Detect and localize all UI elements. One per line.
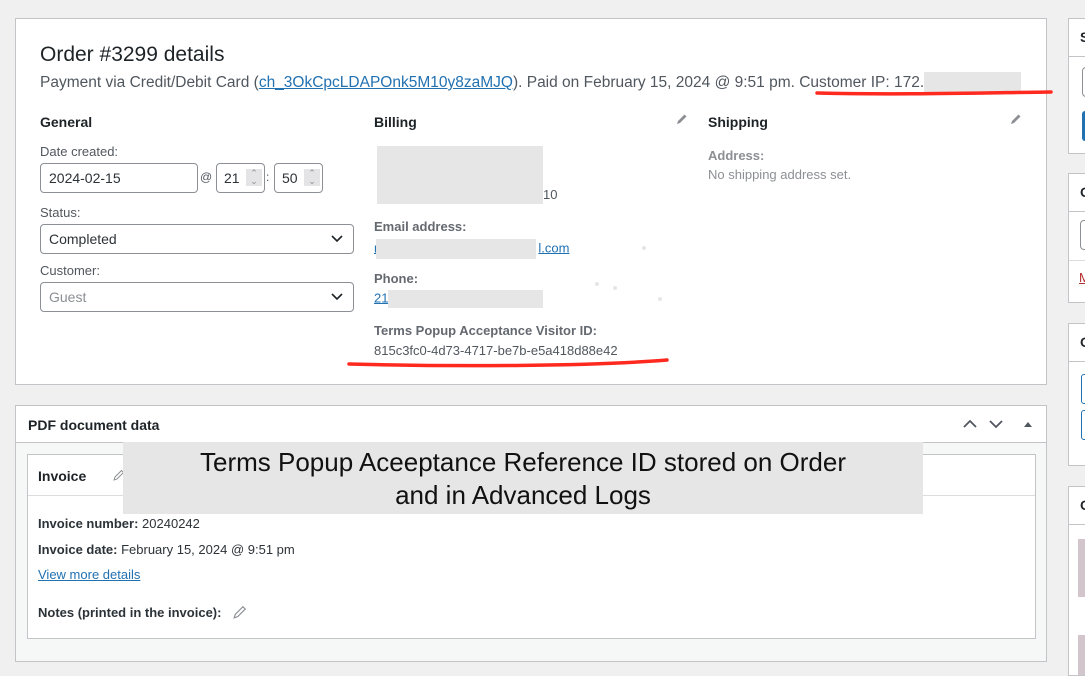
annotation-callout: Terms Popup Aceeptance Reference ID stor… [123,442,923,514]
annotation-underline-ip [815,90,1053,96]
invoice-date-row: Invoice date: February 15, 2024 @ 9:51 p… [38,542,295,557]
invoice-number-row: Invoice number: 20240242 [38,516,200,531]
at-symbol: @ [200,170,213,184]
edit-notes-pencil-icon[interactable] [233,605,247,619]
status-label: Status: [40,205,81,220]
redacted-phone [388,290,544,308]
sidebar-box-2: O M [1068,173,1085,303]
phone-link[interactable]: 21 [374,290,544,308]
redacted-email [376,239,537,259]
sidebar-button[interactable] [1081,410,1085,440]
sidebar-box-4: O [1068,486,1085,676]
billing-heading: Billing [374,114,417,130]
sidebar-button[interactable] [1081,374,1085,404]
sidebar-delete-link[interactable]: M [1079,270,1085,285]
redacted-billing-address [377,146,543,204]
email-label: Email address: [374,219,467,234]
decorative-dot [613,286,617,290]
edit-billing-pencil-icon[interactable] [676,113,688,125]
edit-shipping-pencil-icon[interactable] [1010,113,1022,125]
decorative-dot [658,297,662,301]
minute-input[interactable]: 50 ⌃ ⌄ [274,163,323,193]
status-select[interactable]: Completed [40,224,354,254]
page-title: Order #3299 details [40,43,225,66]
general-heading: General [40,114,93,130]
customer-select[interactable]: Guest [40,282,354,312]
collapse-triangle-icon[interactable] [1020,416,1036,432]
decorative-dot [595,282,599,286]
shipping-address-value: No shipping address set. [708,167,852,182]
invoice-title: Invoice [38,468,87,484]
move-down-chevron-icon[interactable] [988,416,1004,432]
invoice-number-value: 20240242 [142,516,200,531]
sidebar-note-block [1078,635,1085,675]
customer-label: Customer: [40,263,100,278]
sidebar-box-3: O [1068,323,1085,466]
view-more-details-link[interactable]: View more details [38,567,140,582]
pdf-panel-header: PDF document data [16,406,1046,443]
email-link[interactable]: rl.com [374,239,569,259]
sidebar-box-order-actions: S [1068,18,1085,154]
move-up-chevron-icon[interactable] [962,416,978,432]
pdf-panel-title: PDF document data [28,417,160,433]
date-created-input[interactable]: 2024-02-15 [40,163,198,193]
visitor-id-label: Terms Popup Acceptance Visitor ID: [374,323,597,338]
sidebar-note-block [1078,539,1085,597]
annotation-underline-visitor-id [347,358,669,368]
invoice-notes-row: Notes (printed in the invoice): [38,605,222,620]
phone-label: Phone: [374,271,419,286]
transaction-link[interactable]: ch_3OkCpcLDAPOnk5M10y8zaMJQ [259,74,513,91]
date-created-label: Date created: [40,144,119,159]
chevron-down-icon [331,235,343,243]
chevron-down-icon [331,293,343,301]
minute-spinner-icon[interactable]: ⌃ ⌄ [304,169,320,186]
hour-input[interactable]: 21 ⌃ ⌄ [216,163,265,193]
shipping-address-label: Address: [708,148,765,163]
time-separator: : [266,170,270,184]
order-details-panel: Order #3299 details Payment via Credit/D… [15,18,1047,385]
hour-spinner-icon[interactable]: ⌃ ⌄ [246,169,262,186]
invoice-date-value: February 15, 2024 @ 9:51 pm [121,542,295,557]
billing-address-tail: 10 [543,187,558,202]
decorative-dot [642,246,646,250]
sidebar-input[interactable] [1080,220,1085,250]
shipping-heading: Shipping [708,114,768,130]
